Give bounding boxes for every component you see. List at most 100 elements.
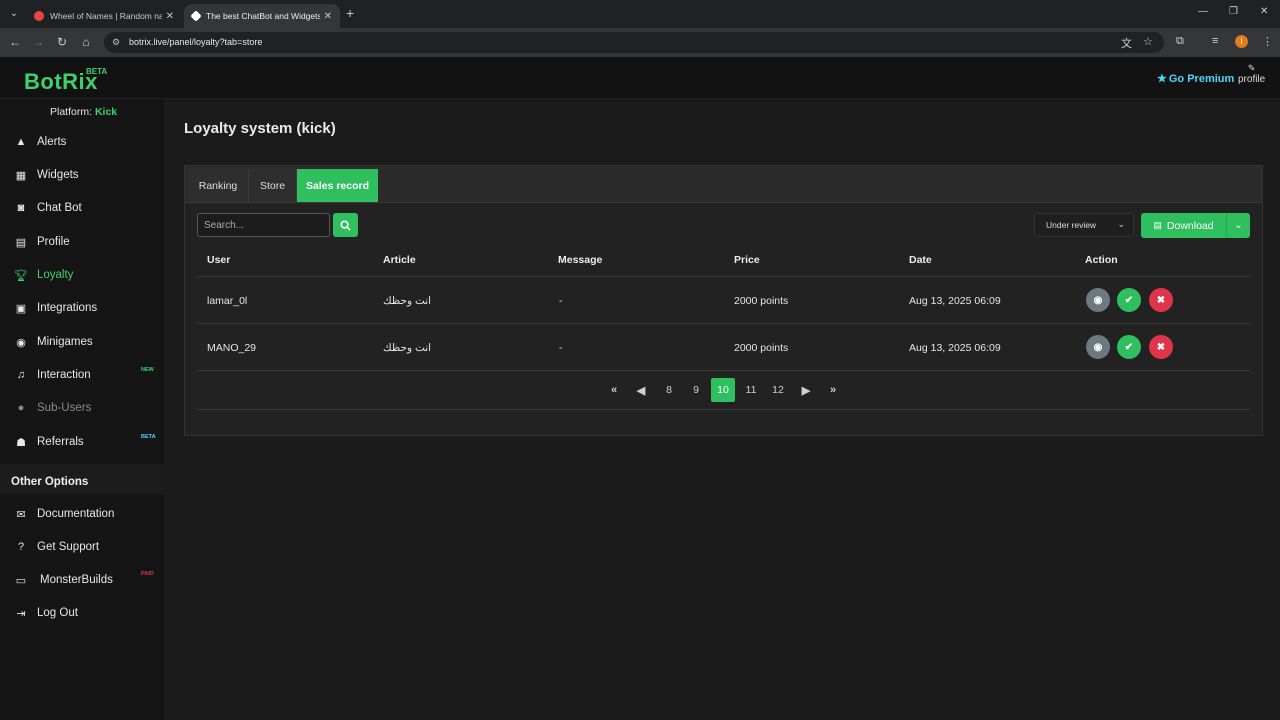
platform-indicator: Platform: Kick: [50, 106, 117, 118]
logo-beta-badge: BETA: [86, 67, 108, 76]
sidebar-item-log-out[interactable]: ⇥ Log Out: [0, 598, 166, 628]
reload-icon[interactable]: ↻: [54, 35, 70, 49]
search-input[interactable]: [197, 213, 330, 237]
sidebar-item-label: Sub-Users: [37, 402, 92, 414]
tab-store[interactable]: Store: [249, 169, 297, 202]
forward-icon[interactable]: →: [30, 35, 46, 49]
panel-tabs: Ranking Store Sales record: [185, 166, 1262, 203]
minimize-button[interactable]: —: [1198, 6, 1208, 17]
view-button[interactable]: ◉: [1086, 335, 1110, 359]
sidebar-item-loyalty[interactable]: 🏆︎ Loyalty: [0, 260, 166, 290]
page-8-button[interactable]: 8: [658, 378, 680, 402]
search-button[interactable]: [333, 213, 358, 237]
page-9-button[interactable]: 9: [685, 378, 707, 402]
chevron-right-circle-icon: ▶: [801, 384, 811, 397]
address-bar[interactable]: ⚙ botrix.live/panel/loyalty?tab=store: [104, 32, 1164, 53]
profile-label: profile: [1238, 74, 1266, 85]
close-window-button[interactable]: ✕: [1260, 6, 1268, 17]
tab-ranking[interactable]: Ranking: [188, 169, 249, 202]
go-premium-label: Go Premium: [1168, 73, 1235, 85]
new-tab-button[interactable]: +: [346, 5, 354, 21]
check-icon: ✔: [1124, 341, 1134, 353]
page-12-button[interactable]: 12: [767, 378, 789, 402]
approve-button[interactable]: ✔: [1117, 335, 1141, 359]
column-header-user: User: [207, 254, 231, 266]
bookmark-star-icon[interactable]: ☆: [1143, 35, 1153, 48]
browser-tab-bar: ⌄ Wheel of Names | Random nam ✕ The best…: [0, 0, 1280, 28]
sidebar-item-minigames[interactable]: ◉ Minigames: [0, 327, 166, 357]
sidebar-item-widgets[interactable]: ▦ Widgets: [0, 160, 166, 190]
star-icon: ★: [1157, 73, 1167, 85]
site-info-icon[interactable]: ⚙: [112, 37, 120, 48]
sidebar-item-interaction[interactable]: ♫ Interaction NEW: [0, 360, 166, 390]
sidebar-item-chat-bot[interactable]: ◙ Chat Bot: [0, 193, 166, 223]
beta-badge: BETA: [141, 434, 156, 440]
cell-price: 2000 points: [734, 295, 789, 307]
grid-icon: ▦: [15, 169, 27, 182]
platform-label: Platform:: [50, 106, 93, 118]
url-text: botrix.live/panel/loyalty?tab=store: [129, 37, 263, 47]
column-header-article: Article: [383, 254, 416, 266]
translate-icon[interactable]: 文: [1121, 35, 1132, 51]
row-divider: [197, 323, 1250, 324]
check-icon: ✔: [1124, 294, 1134, 306]
sidebar-item-sub-users[interactable]: ● Sub-Users: [0, 393, 166, 423]
tab-sales-record[interactable]: Sales record: [297, 169, 378, 202]
reject-button[interactable]: ✖: [1149, 335, 1173, 359]
column-header-price: Price: [734, 254, 760, 266]
sidebar-item-integrations[interactable]: ▣ Integrations: [0, 293, 166, 323]
chevron-down-icon: ⌄: [1234, 220, 1243, 231]
browser-profile-avatar[interactable]: I: [1235, 35, 1248, 48]
view-button[interactable]: ◉: [1086, 288, 1110, 312]
sidebar-item-get-support[interactable]: ? Get Support: [0, 532, 166, 562]
sidebar-item-documentation[interactable]: ✉ Documentation: [0, 499, 166, 529]
first-page-button[interactable]: «: [603, 378, 625, 402]
sidebar-item-label: Widgets: [37, 169, 79, 181]
close-tab-icon[interactable]: ✕: [324, 11, 332, 22]
close-tab-icon[interactable]: ✕: [166, 11, 174, 22]
sidebar-item-label: Log Out: [37, 607, 78, 619]
sidebar-item-monsterbuilds[interactable]: ▭ MonsterBuilds PAID: [0, 565, 166, 595]
sidebar-item-label: Interaction: [37, 369, 91, 381]
profile-link[interactable]: ✎ profile: [1238, 63, 1265, 85]
sidebar-item-label: Get Support: [37, 541, 100, 553]
approve-button[interactable]: ✔: [1117, 288, 1141, 312]
download-button[interactable]: ▤ Download: [1141, 213, 1226, 238]
close-icon: ✖: [1156, 294, 1166, 306]
footer-divider: [197, 409, 1250, 410]
sidebar-item-alerts[interactable]: ▲ Alerts: [0, 127, 166, 157]
cell-user: lamar_0l: [207, 295, 248, 307]
last-page-button[interactable]: »: [822, 378, 844, 402]
browser-toolbar: ← → ↻ ⌂ ⚙ botrix.live/panel/loyalty?tab=…: [0, 28, 1280, 57]
media-controls-icon[interactable]: ≡: [1212, 35, 1218, 47]
id-card-icon: ▤: [15, 236, 27, 249]
home-icon[interactable]: ⌂: [78, 35, 94, 49]
prev-page-button[interactable]: ◀: [630, 378, 652, 402]
restore-button[interactable]: ❐: [1229, 6, 1238, 17]
column-header-message: Message: [558, 254, 603, 266]
download-options-toggle[interactable]: ⌄: [1226, 213, 1250, 238]
browser-tab-wheel-of-names[interactable]: Wheel of Names | Random nam ✕: [26, 4, 182, 28]
go-premium-link[interactable]: ★ Go Premium: [1157, 72, 1234, 85]
status-filter-select[interactable]: Under review ⌄: [1034, 213, 1134, 237]
cell-user: MANO_29: [207, 342, 257, 354]
integrations-icon: ▣: [15, 302, 27, 315]
extensions-icon[interactable]: ⧉: [1176, 35, 1184, 48]
sidebar-item-label: Alerts: [37, 136, 67, 148]
next-page-button[interactable]: ▶: [795, 378, 817, 402]
browser-tab-botrix[interactable]: The best ChatBot and Widgets ✕: [184, 4, 340, 28]
back-icon[interactable]: ←: [7, 35, 23, 49]
scroll-icon: ✉: [16, 508, 26, 521]
page-11-button[interactable]: 11: [740, 378, 762, 402]
sidebar-item-profile[interactable]: ▤ Profile: [0, 227, 166, 257]
paid-badge: PAID: [141, 571, 154, 577]
reject-button[interactable]: ✖: [1149, 288, 1173, 312]
page-10-button[interactable]: 10: [711, 378, 735, 402]
sidebar-item-referrals[interactable]: ☗ Referrals BETA: [0, 427, 166, 457]
tab-search-button[interactable]: ⌄: [6, 6, 22, 22]
page-title: Loyalty system (kick): [184, 120, 336, 137]
browser-menu-icon[interactable]: ⋮: [1262, 35, 1273, 48]
music-icon: ♫: [16, 369, 26, 381]
double-chevron-left-icon: «: [610, 384, 618, 396]
sidebar: Platform: Kick ▲ Alerts ▦ Widgets ◙ Chat Bo…: [0, 99, 166, 720]
